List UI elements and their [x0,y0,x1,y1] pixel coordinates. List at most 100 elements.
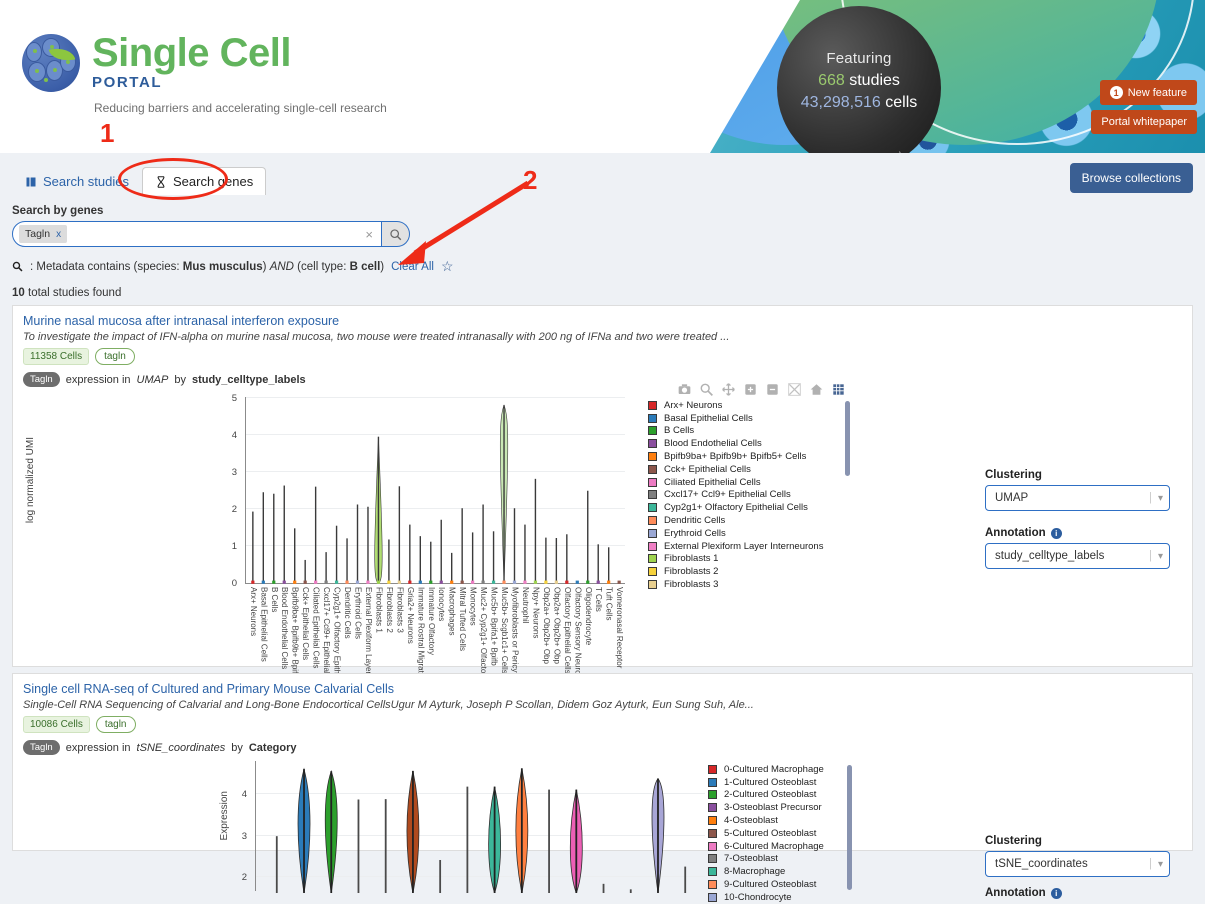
violin-base-marker [261,580,265,584]
legend-item[interactable]: 0-Cultured Macrophage [708,763,923,776]
violin-plot-2: Expression 4 3 2 0-Cultured Macrophage 1-… [23,755,1182,903]
legend-item[interactable]: 3-Osteoblast Precursor [708,801,923,814]
x-axis-tick-label: T Cells [594,587,604,612]
x-axis-tick-label: B Cells [269,587,279,613]
clear-input-icon[interactable]: × [365,227,373,242]
pan-icon[interactable] [722,383,735,396]
legend-item[interactable]: Fibroblasts 1 [648,553,863,566]
cells-stat: 43,298,516 cells [801,94,918,112]
data-table-icon[interactable] [832,383,845,396]
annotation-select-1[interactable]: study_celltype_labels | ▾ [985,543,1170,569]
save-search-star-icon[interactable]: ☆ [441,258,454,275]
legend-item[interactable]: Dendritic Cells [648,514,863,527]
legend-label: Cyp2g1+ Olfactory Epithelial Cells [664,502,808,514]
legend-item[interactable]: Basal Epithelial Cells [648,412,863,425]
tab-search-studies[interactable]: Search studies [12,167,142,195]
x-axis-tick-label: Vomeronasal Receptor [615,587,625,669]
legend-swatch [648,452,657,462]
zoom-in-icon[interactable] [744,383,757,396]
browse-collections-button[interactable]: Browse collections [1069,163,1193,193]
gene-chip-tagln[interactable]: Tagln x [19,225,68,243]
legend-item[interactable]: 1-Cultured Osteoblast [708,776,923,789]
x-axis-tick-label: Fibroblasts 2 [384,587,394,633]
new-feature-label: New feature [1127,86,1187,99]
gene-search-input[interactable]: Tagln x × [12,221,382,247]
filter-prefix: : Metadata contains (species: [30,260,183,273]
legend-item[interactable]: Fibroblasts 2 [648,565,863,578]
camera-icon[interactable] [678,383,691,396]
x-axis-tick-label: Cck+ Epithelial Cells [301,587,311,661]
x-axis-tick-label: Muc5b+ Bpifa1+ Bpifb [489,587,499,666]
clear-all-link[interactable]: Clear All [391,261,434,273]
legend-item[interactable]: 7-Osteoblast [708,853,923,866]
study-title-2[interactable]: Single cell RNA-seq of Cultured and Prim… [23,682,1182,696]
x-axis-tick-label: Muc5b+ Scgb1c1+ Cells [500,587,510,674]
legend-item[interactable]: 6-Cultured Macrophage [708,840,923,853]
tab-search-genes[interactable]: Search genes [142,167,267,195]
clustering-label-1: Clustering [985,469,1042,481]
info-icon[interactable]: i [1050,887,1062,899]
site-logo[interactable]: Single Cell PORTAL Reducing barriers and… [22,33,387,115]
x-axis-tick-label: Macrophages [447,587,457,636]
legend-item[interactable]: 5-Cultured Osteoblast [708,827,923,840]
expr-text-2a: expression in [65,741,131,754]
y-tick-2: 2 [231,504,237,515]
legend-item[interactable]: Cxcl17+ Ccl9+ Epithelial Cells [648,489,863,502]
violin-base-marker [450,580,454,584]
x-axis-tick-label: Dendritic Cells [343,587,353,639]
legend-item[interactable]: 2-Cultured Osteoblast [708,789,923,802]
legend-item[interactable]: External Plexiform Layer Interneurons [648,540,863,553]
study-title-1[interactable]: Murine nasal mucosa after intranasal int… [23,314,1182,328]
chevron-down-icon: ▾ [1157,858,1163,870]
info-icon[interactable]: i [1050,527,1062,539]
autoscale-icon[interactable] [788,383,801,396]
legend-item[interactable]: Erythroid Cells [648,527,863,540]
y-tick-1: 1 [231,541,237,552]
x-axis-tick-label: Blood Endothelial Cells [280,587,290,670]
home-icon[interactable] [810,383,823,396]
legend-scrollbar-2[interactable] [847,765,852,890]
x-axis-tick-label: Myofibroblasts or Pericytes [510,587,520,684]
expr-clustering-1: UMAP [136,373,169,386]
legend-item[interactable]: Fibroblasts 3 [648,578,863,591]
x-axis-tick-label: Olfactory Sensory Neurons [573,587,583,684]
clustering-select-2[interactable]: tSNE_coordinates | ▾ [985,851,1170,877]
legend-item[interactable]: 4-Osteoblast [708,814,923,827]
legend-item[interactable]: 9-Cultured Osteoblast [708,878,923,891]
gene-chip-remove-icon[interactable]: x [56,229,61,240]
violin-base-marker [607,580,611,584]
new-feature-button[interactable]: 1 New feature [1099,80,1197,105]
clustering-select-1[interactable]: UMAP | ▾ [985,485,1170,511]
studies-word: studies [849,72,900,89]
legend-scrollbar-1[interactable] [845,401,850,476]
clustering-control-2: Clustering tSNE_coordinates | ▾ [985,835,1170,877]
studies-count: 668 [818,72,845,89]
portal-whitepaper-label: Portal whitepaper [1101,116,1187,128]
legend-label: Cck+ Epithelial Cells [664,463,751,475]
legend-item[interactable]: 10-Chondrocyte [708,891,923,904]
legend-swatch [708,790,717,800]
legend-item[interactable]: B Cells [648,425,863,438]
expression-caption-1: Tagln expression in UMAP by study_cellty… [23,372,1182,387]
portal-whitepaper-button[interactable]: Portal whitepaper [1091,110,1197,134]
legend-item[interactable]: Ciliated Epithelial Cells [648,476,863,489]
study-results-list: Murine nasal mucosa after intranasal int… [0,305,1205,903]
violin-base-marker [617,580,621,584]
violin-base-marker [544,580,548,584]
search-icon [390,228,402,240]
x-axis-tick-label: Gria2+ Neurons [405,587,415,644]
legend-label: External Plexiform Layer Interneurons [664,540,824,552]
legend-item[interactable]: Arx+ Neurons [648,399,863,412]
submit-search-button[interactable] [382,221,410,247]
legend-item[interactable]: Cck+ Epithelial Cells [648,463,863,476]
legend-item[interactable]: Bpifb9ba+ Bpifb9b+ Bpifb5+ Cells [648,450,863,463]
featuring-label: Featuring [826,50,892,67]
legend-item[interactable]: 8-Macrophage [708,865,923,878]
legend-item[interactable]: Blood Endothelial Cells [648,437,863,450]
cells-count-pill-2: 10086 Cells [23,716,90,733]
zoom-icon[interactable] [700,383,713,396]
legend-swatch [708,764,717,774]
legend-item[interactable]: Cyp2g1+ Olfactory Epithelial Cells [648,501,863,514]
zoom-out-icon[interactable] [766,383,779,396]
legend-label: Cxcl17+ Ccl9+ Epithelial Cells [664,489,791,501]
